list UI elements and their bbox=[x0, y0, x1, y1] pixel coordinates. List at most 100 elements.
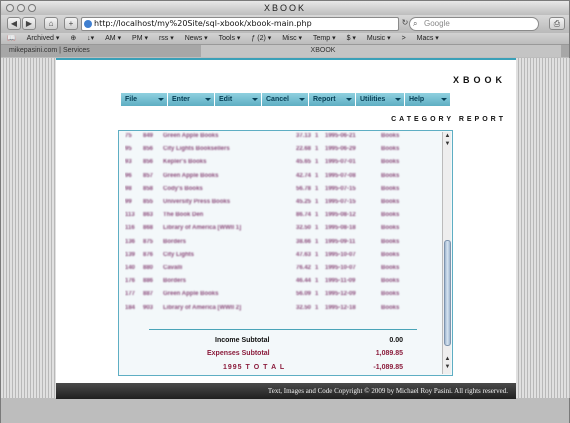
bookmark-item[interactable]: ƒ (2) ▾ bbox=[251, 33, 271, 45]
search-placeholder: Google bbox=[424, 19, 450, 28]
tab-xbook[interactable]: XBOOK bbox=[201, 45, 561, 57]
table-cell: 37.13 bbox=[295, 133, 311, 139]
bookmark-item[interactable]: rss ▾ bbox=[159, 33, 174, 45]
table-cell: 1995-06-21 bbox=[325, 133, 356, 139]
menu-label: Enter bbox=[172, 96, 190, 103]
tab-bar: mikepasini.com | Services XBOOK bbox=[1, 45, 569, 57]
browser-window: XBOOK ◀ ▶ ⌂ + http://localhost/my%20Site… bbox=[0, 0, 570, 423]
table-cell: 1 bbox=[315, 199, 319, 205]
minimize-window-button[interactable] bbox=[17, 4, 25, 12]
table-cell: 1 bbox=[315, 251, 319, 258]
table-cell: 1 bbox=[315, 133, 319, 139]
table-cell: 176 bbox=[125, 278, 136, 285]
bookmark-item[interactable]: ↓▾ bbox=[87, 33, 94, 45]
report-scrollbar[interactable]: ▲ ▼ ▲ ▼ bbox=[442, 132, 451, 374]
bookmark-item[interactable]: Macs ▾ bbox=[417, 33, 439, 45]
expenses-subtotal-value: 1,089.85 bbox=[375, 350, 403, 357]
menu-label: Report bbox=[313, 96, 336, 103]
bookmark-item[interactable]: AM ▾ bbox=[105, 33, 121, 45]
menu-file[interactable]: File bbox=[121, 93, 167, 106]
table-cell: 32.50 bbox=[295, 225, 311, 232]
table-cell: Books bbox=[381, 291, 400, 298]
table-cell: 140 bbox=[125, 265, 136, 271]
table-cell: 45.25 bbox=[295, 199, 311, 205]
table-cell: 22.68 bbox=[295, 146, 311, 153]
scroll-up-arrow-icon[interactable]: ▲ bbox=[444, 356, 451, 363]
scroll-up-arrow-icon[interactable]: ▲ bbox=[444, 133, 451, 140]
address-bar[interactable]: http://localhost/my%20Site/sql-xbook/xbo… bbox=[81, 17, 399, 31]
menu-edit[interactable]: Edit bbox=[215, 93, 261, 106]
window-titlebar: XBOOK bbox=[1, 1, 569, 15]
home-button[interactable]: ⌂ bbox=[44, 17, 58, 30]
window-bottom bbox=[1, 399, 569, 423]
menu-cancel[interactable]: Cancel bbox=[262, 93, 308, 106]
table-cell: 1995-07-01 bbox=[325, 159, 356, 166]
refresh-icon[interactable]: ↻ bbox=[401, 17, 409, 30]
table-cell: 1 bbox=[315, 291, 319, 298]
app-menubar: File Enter Edit Cancel Report Utilities … bbox=[121, 93, 450, 106]
table-row: 140 880 Cavalli 76.42 1 1995-10-07 Books bbox=[125, 265, 435, 274]
table-cell: 45.65 bbox=[295, 159, 311, 166]
table-cell: 1995-10-07 bbox=[325, 265, 356, 271]
table-cell: University Press Books bbox=[163, 199, 231, 205]
table-cell: 1995-08-18 bbox=[325, 225, 356, 232]
table-cell: 1995-12-18 bbox=[325, 304, 356, 311]
table-cell: 1995-12-09 bbox=[325, 291, 356, 298]
bookmark-item[interactable]: ⊕ bbox=[70, 33, 76, 45]
table-cell: 1995-09-11 bbox=[325, 238, 356, 245]
bookmark-item[interactable]: PM ▾ bbox=[132, 33, 148, 45]
menu-utilities[interactable]: Utilities bbox=[356, 93, 404, 106]
table-cell: 855 bbox=[143, 199, 154, 205]
app-logo: XBOOK bbox=[452, 75, 506, 85]
table-cell: Books bbox=[381, 225, 400, 232]
tab-services[interactable]: mikepasini.com | Services bbox=[5, 45, 195, 57]
search-input[interactable]: ⌕ Google bbox=[409, 17, 539, 31]
bookmark-item[interactable]: Temp ▾ bbox=[313, 33, 336, 45]
table-cell: Books bbox=[381, 199, 400, 205]
table-row: 113 863 The Book Den 86.74 1 1995-08-12 Books bbox=[125, 212, 435, 221]
bookmarks-book-icon[interactable]: 📖 bbox=[7, 33, 16, 45]
report-title: CATEGORY REPORT bbox=[391, 116, 506, 123]
scroll-down-arrow-icon[interactable]: ▼ bbox=[444, 141, 451, 148]
table-cell: 1 bbox=[315, 146, 319, 153]
table-cell: 47.63 bbox=[295, 251, 311, 258]
table-cell: 76.42 bbox=[295, 265, 311, 271]
table-cell: Books bbox=[381, 265, 400, 271]
table-cell: Borders bbox=[163, 278, 187, 285]
back-button[interactable]: ◀ bbox=[7, 17, 21, 30]
table-cell: 1995-06-29 bbox=[325, 146, 356, 153]
menu-enter[interactable]: Enter bbox=[168, 93, 214, 106]
table-cell: 56.09 bbox=[295, 291, 311, 298]
close-window-button[interactable] bbox=[6, 4, 14, 12]
chevron-down-icon bbox=[299, 98, 305, 101]
bookmark-item[interactable]: Tools ▾ bbox=[219, 33, 241, 45]
bookmark-item[interactable]: > bbox=[402, 33, 406, 45]
table-cell: City Lights Booksellers bbox=[163, 146, 230, 153]
table-cell: 1 bbox=[315, 265, 319, 271]
menu-label: Cancel bbox=[266, 96, 289, 103]
bookmark-item[interactable]: Misc ▾ bbox=[282, 33, 302, 45]
scroll-thumb[interactable] bbox=[444, 240, 451, 346]
table-row: 136 875 Borders 38.66 1 1995-09-11 Books bbox=[125, 239, 435, 248]
table-row: 98 858 Cody's Books 56.78 1 1995-07-15 Books bbox=[125, 186, 435, 195]
table-cell: Books bbox=[381, 146, 400, 153]
search-icon: ⌕ bbox=[413, 19, 418, 28]
bookmark-item[interactable]: $ ▾ bbox=[347, 33, 356, 45]
bookmarks-bar: 📖 Archived ▾ ⊕ ↓▾ AM ▾ PM ▾ rss ▾ News ▾… bbox=[1, 33, 569, 45]
income-subtotal-value: 0.00 bbox=[389, 337, 403, 344]
menu-report[interactable]: Report bbox=[309, 93, 355, 106]
bookmark-item[interactable]: Music ▾ bbox=[367, 33, 391, 45]
table-cell: Cody's Books bbox=[163, 185, 203, 192]
chevron-down-icon bbox=[441, 98, 447, 101]
add-bookmark-button[interactable]: + bbox=[64, 17, 78, 30]
bookmark-item[interactable]: News ▾ bbox=[185, 33, 208, 45]
scroll-down-arrow-icon[interactable]: ▼ bbox=[444, 364, 451, 371]
menu-help[interactable]: Help bbox=[405, 93, 450, 106]
table-cell: Books bbox=[381, 238, 400, 245]
forward-button[interactable]: ▶ bbox=[22, 17, 36, 30]
print-icon[interactable]: ⎙ bbox=[549, 17, 565, 30]
zoom-window-button[interactable] bbox=[28, 4, 36, 12]
table-cell: 136 bbox=[125, 238, 136, 245]
table-row: 99 855 University Press Books 45.25 1 1995-07… bbox=[125, 199, 435, 208]
bookmark-item[interactable]: Archived ▾ bbox=[27, 33, 60, 45]
